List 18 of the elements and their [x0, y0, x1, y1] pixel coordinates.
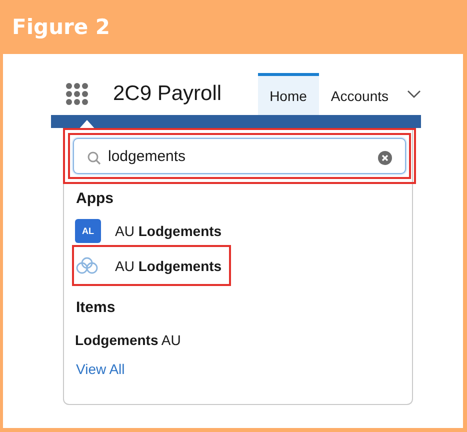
app-launcher-icon[interactable]	[65, 82, 89, 106]
view-all-link[interactable]: View All	[76, 361, 125, 377]
search-result[interactable]: AU Lodgements	[115, 258, 222, 274]
search-field[interactable]: lodgements	[73, 138, 406, 174]
nav-tab[interactable]: Home	[258, 73, 319, 115]
search-icon	[87, 151, 101, 165]
search-result[interactable]: Lodgements AU	[75, 332, 181, 348]
search-result[interactable]: AU Lodgements	[115, 222, 222, 238]
nav-tab[interactable]: Accounts	[318, 73, 401, 115]
chevron-down-icon[interactable]	[406, 89, 421, 99]
app-badge: AL	[75, 218, 101, 242]
app-name: 2C9 Payroll	[113, 82, 222, 106]
cloud-icon	[75, 256, 99, 274]
figure-title: Figure 2	[12, 15, 110, 39]
section-heading: Apps	[76, 190, 114, 207]
dropdown-pointer	[78, 120, 96, 130]
clear-icon[interactable]	[378, 151, 392, 165]
section-heading: Items	[76, 299, 116, 316]
